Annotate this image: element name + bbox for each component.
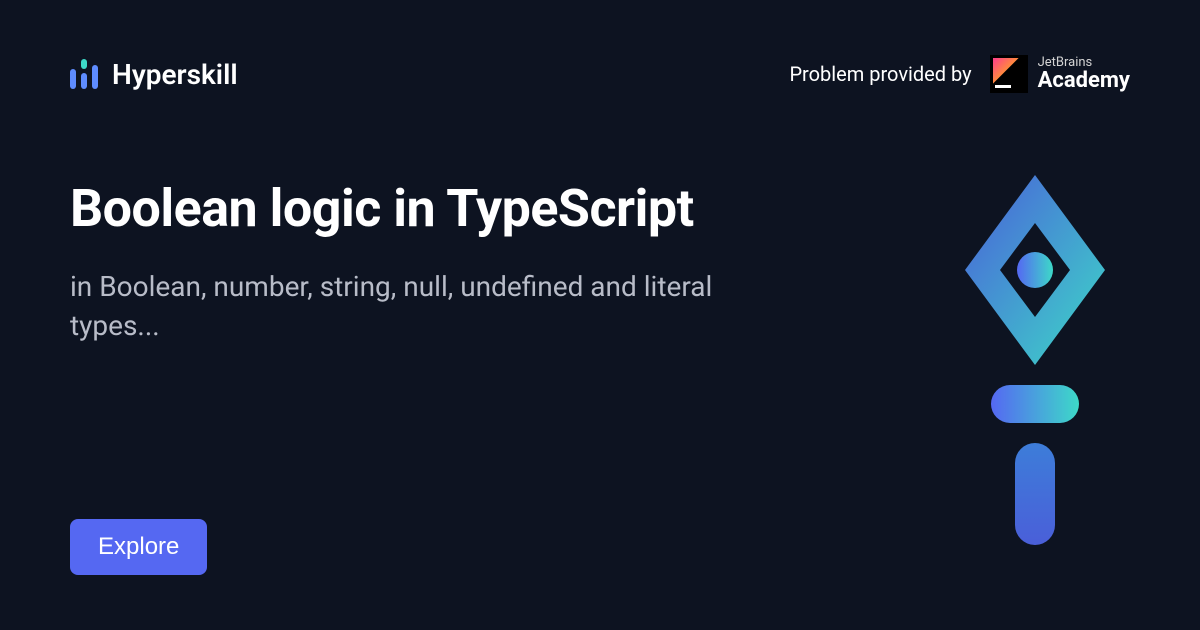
jetbrains-label: JetBrains (1038, 56, 1130, 70)
jetbrains-icon (990, 55, 1028, 93)
page-subtitle: in Boolean, number, string, null, undefi… (70, 267, 790, 345)
brand-logo[interactable]: Hyperskill (70, 58, 238, 91)
provider-text: Problem provided by (789, 62, 971, 86)
brand-name: Hyperskill (112, 58, 238, 91)
provider-block: Problem provided by JetBrains Academy (789, 55, 1130, 93)
explore-button[interactable]: Explore (70, 519, 207, 575)
jetbrains-text: JetBrains Academy (1038, 56, 1130, 93)
header: Hyperskill Problem provided by JetBrains… (0, 0, 1200, 93)
jetbrains-academy-logo[interactable]: JetBrains Academy (990, 55, 1130, 93)
hyperskill-icon (70, 59, 100, 89)
academy-label: Academy (1038, 69, 1130, 92)
pen-nib-icon (945, 175, 1125, 545)
